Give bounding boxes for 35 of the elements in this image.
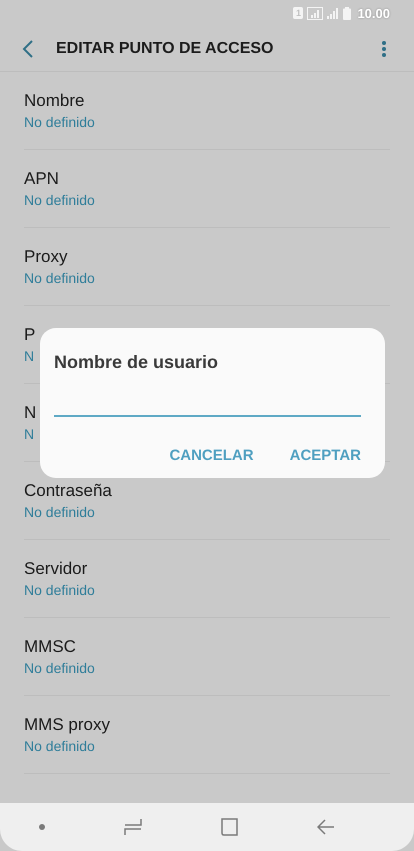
setting-value: No definido (24, 270, 95, 286)
setting-value: No definido (24, 660, 95, 676)
screen-title: EDITAR PUNTO DE ACCESO (56, 40, 274, 58)
home-icon[interactable] (220, 818, 238, 836)
setting-item[interactable]: Proxy No definido (24, 228, 390, 306)
setting-value: No definido (24, 738, 95, 754)
setting-title: P (24, 325, 36, 345)
setting-value: No definido (24, 192, 95, 208)
setting-value: N (24, 426, 34, 442)
setting-title: APN (24, 169, 59, 189)
setting-value: N (24, 348, 34, 364)
setting-title: Proxy (24, 247, 68, 267)
setting-title: Nombre (24, 91, 84, 111)
signal-icon (327, 7, 340, 19)
dialog-title: Nombre de usuario (54, 352, 218, 373)
back-icon[interactable] (22, 40, 34, 58)
setting-item[interactable]: Nombre No definido (24, 72, 390, 150)
signal-icon (307, 6, 324, 20)
setting-item[interactable]: Servidor No definido (24, 540, 390, 618)
setting-value: No definido (24, 504, 95, 520)
dot-icon (39, 824, 46, 830)
setting-title: MMS proxy (24, 715, 110, 735)
setting-item[interactable]: APN No definido (24, 150, 390, 228)
setting-title: MMSC (24, 637, 76, 657)
more-options-icon[interactable] (382, 40, 386, 56)
setting-item[interactable]: MMS proxy No definido (24, 696, 390, 774)
setting-title: Servidor (24, 559, 88, 579)
setting-value: No definido (24, 114, 95, 130)
battery-icon (343, 6, 352, 20)
recent-apps-icon[interactable] (124, 818, 142, 836)
setting-title: Contraseña (24, 481, 112, 501)
setting-title: N (24, 403, 36, 423)
back-icon[interactable] (316, 819, 335, 835)
setting-value: No definido (24, 582, 95, 598)
setting-item[interactable]: MMSC No definido (24, 618, 390, 696)
